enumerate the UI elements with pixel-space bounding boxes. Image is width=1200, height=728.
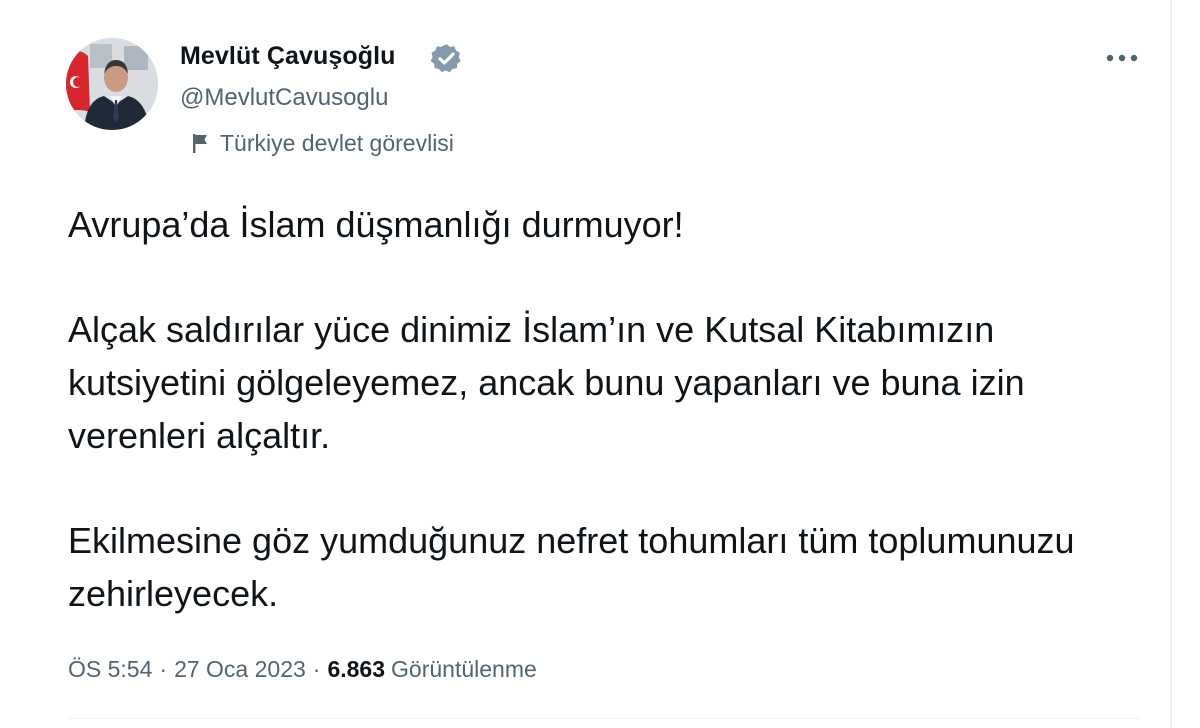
tweet-paragraph: Avrupa’da İslam düşmanlığı durmuyor! [68, 204, 684, 245]
tweet-time[interactable]: ÖS 5:54 [68, 656, 152, 683]
views-count: 6.863 [327, 656, 386, 682]
tweet-date[interactable]: 27 Oca 2023 [174, 656, 306, 683]
tweet-text: Avrupa’da İslam düşmanlığı durmuyor! Alç… [68, 198, 1128, 620]
frame-edge [1170, 0, 1172, 728]
meta-separator: · [312, 656, 321, 682]
views-label: Görüntülenme [391, 656, 537, 682]
flag-icon [193, 134, 207, 153]
tweet-paragraph: Ekilmesine göz yumduğunuz nefret tohumla… [68, 520, 1075, 614]
avatar-image [66, 38, 158, 130]
avatar[interactable] [66, 38, 158, 130]
affiliation-label-text: Türkiye devlet görevlisi [220, 129, 454, 156]
meta-separator: · [159, 656, 168, 682]
tweet-card: Mevlüt Çavuşoğlu @MevlutCavusoglu Türkiy… [0, 0, 1170, 728]
affiliation-label[interactable]: Türkiye devlet görevlisi [190, 128, 454, 158]
verified-badge-icon [430, 44, 461, 73]
divider [68, 718, 1140, 719]
author-display-name[interactable]: Mevlüt Çavuşoğlu [180, 42, 396, 71]
more-options-icon[interactable] [1102, 46, 1142, 70]
tweet-paragraph: Alçak saldırılar yüce dinimiz İslam’ın v… [68, 309, 1025, 456]
author-handle[interactable]: @MevlutCavusoglu [180, 84, 388, 112]
tweet-meta: ÖS 5:54 · 27 Oca 2023 · 6.863 Görüntülen… [68, 656, 537, 683]
